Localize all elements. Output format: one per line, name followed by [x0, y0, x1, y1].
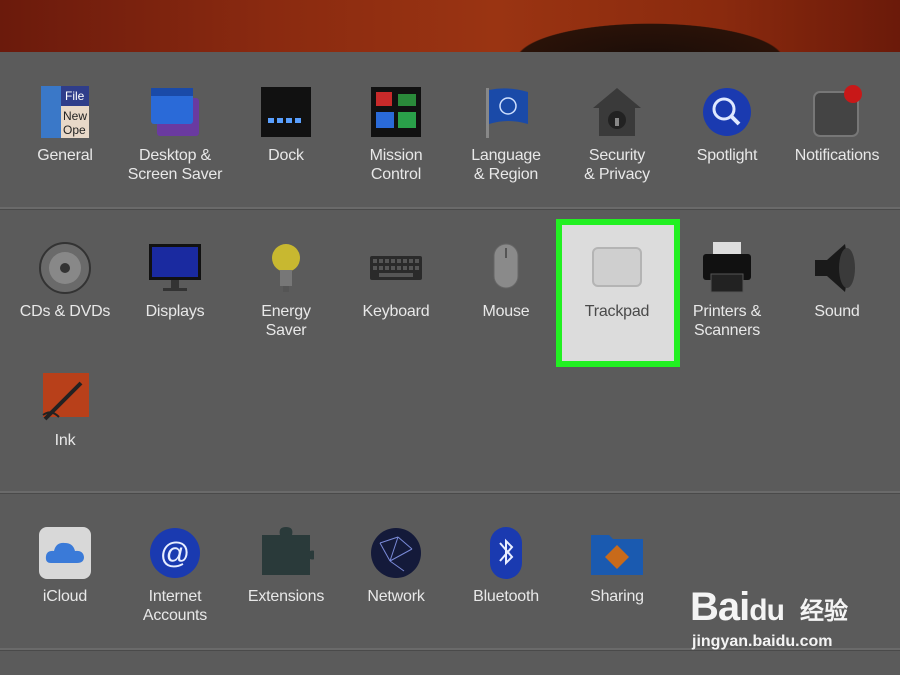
- ink-pen-icon: [37, 369, 93, 425]
- puzzle-piece-icon: [258, 525, 316, 581]
- general-icon: File New Ope: [37, 84, 93, 140]
- pane-label: Spotlight: [696, 147, 758, 164]
- svg-text:@: @: [160, 537, 190, 570]
- pane-mouse[interactable]: Mouse: [451, 240, 561, 321]
- pane-keyboard[interactable]: Keyboard: [341, 240, 451, 321]
- pane-label: Mission Control: [369, 147, 423, 183]
- printer-icon: [699, 240, 755, 296]
- house-lock-icon: [589, 84, 645, 140]
- pane-label: Sound: [814, 303, 860, 320]
- mouse-icon: [478, 240, 534, 296]
- pane-label: General: [37, 147, 93, 164]
- speaker-icon: [809, 240, 865, 296]
- un-flag-icon: [478, 84, 534, 140]
- pane-label: Bluetooth: [473, 588, 539, 605]
- pane-label: Displays: [145, 303, 205, 320]
- sharing-folder-icon: [589, 525, 645, 581]
- pane-mission-control[interactable]: Mission Control: [341, 84, 451, 184]
- pane-label: Language & Region: [471, 147, 541, 183]
- desktop-wallpaper: [0, 0, 900, 52]
- bluetooth-icon: [478, 525, 534, 581]
- notifications-icon: [809, 84, 865, 140]
- pane-displays[interactable]: Displays: [120, 240, 230, 321]
- pane-label: Security & Privacy: [584, 147, 650, 183]
- svg-text:File: File: [65, 89, 85, 103]
- svg-text:New: New: [63, 109, 87, 123]
- mission-control-icon: [368, 84, 424, 140]
- pane-cds-dvds[interactable]: CDs & DVDs: [10, 240, 120, 321]
- pane-label: Extensions: [247, 588, 325, 605]
- at-sign-icon: @: [147, 525, 203, 581]
- desktop-screen-saver-icon: [147, 84, 203, 140]
- pane-label: Energy Saver: [261, 303, 311, 339]
- pane-language-region[interactable]: Language & Region: [451, 84, 561, 184]
- pane-trackpad[interactable]: Trackpad: [562, 240, 672, 321]
- pane-icloud[interactable]: iCloud: [10, 525, 120, 606]
- pane-label: Sharing: [590, 588, 644, 605]
- pane-bluetooth[interactable]: Bluetooth: [451, 525, 561, 606]
- dock-icon: [258, 84, 314, 140]
- pane-label: iCloud: [42, 588, 88, 605]
- pane-sound[interactable]: Sound: [782, 240, 892, 321]
- pane-sharing[interactable]: Sharing: [562, 525, 672, 606]
- pane-security-privacy[interactable]: Security & Privacy: [562, 84, 672, 184]
- monitor-icon: [147, 240, 203, 296]
- pane-notifications[interactable]: Notifications: [782, 84, 892, 165]
- pane-label: Trackpad: [584, 303, 650, 320]
- pane-label: Network: [367, 588, 425, 605]
- cloud-icon: [37, 525, 93, 581]
- globe-network-icon: [368, 525, 424, 581]
- keyboard-icon: [368, 240, 424, 296]
- pane-general[interactable]: File New Ope General: [10, 84, 120, 165]
- watermark-cn: 经验: [800, 598, 848, 625]
- pane-internet-accounts[interactable]: @ Internet Accounts: [120, 525, 230, 625]
- baidu-watermark: Baidu 经验 jingyan.baidu.com: [690, 585, 890, 665]
- watermark-brand: Baidu: [690, 585, 785, 629]
- pane-energy-saver[interactable]: Energy Saver: [231, 240, 341, 340]
- pane-label: Notifications: [794, 147, 880, 164]
- section-divider: [0, 207, 900, 210]
- pane-label: Internet Accounts: [142, 588, 208, 624]
- section-divider: [0, 491, 900, 494]
- pane-spotlight[interactable]: Spotlight: [672, 84, 782, 165]
- disc-icon: [37, 240, 93, 296]
- pane-dock[interactable]: Dock: [231, 84, 341, 165]
- magnifier-icon: [699, 84, 755, 140]
- pane-extensions[interactable]: Extensions: [231, 525, 341, 606]
- pane-desktop-screen-saver[interactable]: Desktop & Screen Saver: [120, 84, 230, 184]
- lightbulb-icon: [258, 240, 314, 296]
- pane-label: Desktop & Screen Saver: [127, 147, 223, 183]
- pane-label: Dock: [268, 147, 304, 164]
- pane-ink[interactable]: Ink: [10, 369, 120, 450]
- svg-text:Ope: Ope: [63, 123, 86, 137]
- trackpad-icon: [589, 240, 645, 296]
- pane-printers-scanners[interactable]: Printers & Scanners: [672, 240, 782, 340]
- watermark-url: jingyan.baidu.com: [692, 633, 833, 650]
- pane-label: CDs & DVDs: [19, 303, 111, 320]
- pane-network[interactable]: Network: [341, 525, 451, 606]
- pane-label: Keyboard: [362, 303, 430, 320]
- pane-label: Ink: [54, 432, 76, 449]
- pane-label: Mouse: [482, 303, 530, 320]
- pane-label: Printers & Scanners: [692, 303, 762, 339]
